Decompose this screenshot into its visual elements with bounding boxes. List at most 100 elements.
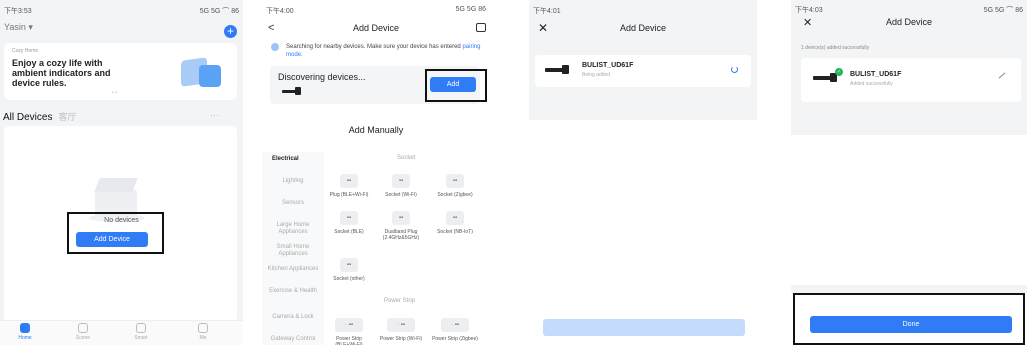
- device-power-strip-zigbee[interactable]: · ▪▪ Power Strip (Zigbee): [432, 318, 478, 342]
- cubes-illustration-icon: [181, 55, 223, 91]
- status-indicators: 5G 5G ⌒ 86: [983, 7, 1023, 14]
- chevron-down-icon: ▾: [28, 22, 33, 32]
- scan-icon[interactable]: [476, 23, 486, 32]
- add-manually-heading: Add Manually: [348, 125, 404, 135]
- device-socket-wifi[interactable]: ▪▪ Socket (Wi-Fi): [378, 174, 424, 198]
- status-time: 下午3:53: [4, 8, 32, 15]
- category-sensors[interactable]: Sensors: [262, 200, 324, 207]
- tab-all-devices[interactable]: All Devices: [3, 112, 52, 123]
- plug-icon: [282, 90, 296, 93]
- me-icon: [198, 323, 208, 333]
- bottom-tab-bar: Home Scene Smart Me: [0, 320, 243, 345]
- device-socket-zigbee[interactable]: ▪▪ Socket (Zigbee): [432, 174, 478, 198]
- status-indicators: 5G 5G ⌒ 86: [199, 8, 239, 15]
- power-strip-icon: · ▪▪: [387, 318, 415, 332]
- status-bar: 下午3:53 5G 5G ⌒ 86: [4, 6, 239, 16]
- more-icon[interactable]: ···: [210, 110, 219, 120]
- check-icon: ✓: [835, 68, 843, 76]
- page-title: Add Device: [885, 17, 933, 27]
- category-gateway-control[interactable]: Gateway Control: [262, 336, 324, 343]
- highlight-box: [67, 212, 164, 254]
- home-name: Yasin: [4, 22, 26, 32]
- status-bar: 下午4:03 5G 5G ⌒ 86: [795, 5, 1023, 15]
- status-time: 下午4:03: [795, 7, 823, 14]
- socket-icon: ▪▪: [340, 258, 358, 272]
- plug-head-icon: [562, 65, 569, 74]
- category-camera-lock[interactable]: Camera & Lock: [262, 314, 324, 321]
- device-socket-ble[interactable]: ▪▪ Socket (BLE): [326, 211, 372, 235]
- plug-head-icon: [295, 87, 301, 95]
- socket-icon: ▪▪: [392, 211, 410, 225]
- device-label: Socket (NB-IoT): [437, 229, 473, 235]
- discovering-text: Discovering devices...: [278, 72, 366, 82]
- tab-me[interactable]: Me: [183, 323, 223, 341]
- device-label: Socket (Zigbee): [437, 192, 473, 198]
- tab-room[interactable]: 客厅: [58, 112, 76, 122]
- highlight-box: [425, 69, 487, 102]
- bluetooth-icon: [271, 43, 279, 51]
- tab-smart[interactable]: Smart: [121, 323, 161, 341]
- adding-device-panel: 下午4:01 ✕ Add Device BULIST_UD61F Being a…: [529, 0, 757, 345]
- tab-home-label: Home: [18, 335, 32, 341]
- carousel-dots: • •: [112, 90, 117, 96]
- socket-icon: ▪▪: [340, 174, 358, 188]
- category-large-home-appliances[interactable]: Large Home Appliances: [262, 222, 324, 236]
- device-label: Dualband Plug (2.4GHz&5GHz): [382, 229, 420, 241]
- home-selector[interactable]: Yasin ▾: [4, 22, 33, 33]
- banner-text: Enjoy a cozy life with ambient indicator…: [12, 58, 111, 88]
- category-exercise-health[interactable]: Exercise & Health: [262, 288, 324, 295]
- content-area: [529, 120, 757, 345]
- device-name: BULIST_UD61F: [850, 71, 902, 78]
- add-plus-button[interactable]: +: [224, 25, 237, 38]
- tab-smart-label: Smart: [134, 335, 148, 341]
- status-time: 下午4:01: [533, 8, 561, 15]
- device-power-strip-wifi[interactable]: · ▪▪ Power Strip (Wi-Fi): [378, 318, 424, 342]
- tab-home[interactable]: Home: [5, 323, 45, 341]
- plug-icon: [813, 76, 831, 80]
- section-power-strip: Power Strip: [384, 298, 416, 304]
- category-small-home-appliances[interactable]: Small Home Appliances: [262, 244, 324, 258]
- socket-icon: ▪▪: [392, 174, 410, 188]
- plus-icon: +: [226, 24, 234, 38]
- plug-icon: [545, 68, 563, 72]
- info-text: Searching for nearby devices. Make sure …: [286, 44, 461, 50]
- ambient-banner[interactable]: Cozy Home Enjoy a cozy life with ambient…: [4, 43, 237, 100]
- tab-me-label: Me: [199, 335, 207, 341]
- disabled-button[interactable]: [543, 319, 745, 336]
- status-indicators: 5G 5G 86: [455, 6, 486, 13]
- device-label: Power Strip (Wi-Fi): [379, 336, 423, 342]
- device-status: Added successfully: [850, 81, 893, 87]
- device-label: Power Strip (Zigbee): [432, 336, 478, 342]
- socket-icon: ▪▪: [446, 211, 464, 225]
- device-label: Plug (BLE+Wi-Fi): [329, 192, 369, 198]
- device-socket-other[interactable]: ▪▪ Socket (other): [326, 258, 372, 282]
- home-icon: [20, 323, 30, 333]
- smart-icon: [136, 323, 146, 333]
- loading-spinner-icon: [731, 66, 738, 73]
- content-area: [791, 135, 1027, 285]
- added-message: 1 device(s) added successfully: [801, 45, 870, 51]
- page-title: Add Device: [619, 23, 667, 33]
- home-screen-panel: 下午3:53 5G 5G ⌒ 86 Yasin ▾ + Cozy Home En…: [0, 0, 243, 345]
- device-tabs: All Devices 客厅: [3, 110, 76, 123]
- search-info-text: Searching for nearby devices. Make sure …: [286, 43, 486, 59]
- category-electrical[interactable]: Electrical: [272, 156, 334, 163]
- device-plug-ble-wifi[interactable]: ▪▪ Plug (BLE+Wi-Fi): [326, 174, 372, 198]
- device-label: Power Strip (BLE+Wi-Fi): [335, 336, 363, 345]
- device-label: Socket (BLE): [334, 229, 364, 235]
- category-lighting[interactable]: Lighting: [262, 178, 324, 185]
- category-kitchen-appliances[interactable]: Kitchen Appliances: [262, 266, 324, 273]
- tab-scene[interactable]: Scene: [63, 323, 103, 341]
- tab-scene-label: Scene: [75, 335, 91, 341]
- device-power-strip-ble-wifi[interactable]: · ▪▪ Power Strip (BLE+Wi-Fi): [326, 318, 372, 345]
- scene-icon: [78, 323, 88, 333]
- device-label: Socket (other): [333, 276, 365, 282]
- device-label: Socket (Wi-Fi): [385, 192, 417, 198]
- device-socket-nb-iot[interactable]: ▪▪ Socket (NB-IoT): [432, 211, 478, 235]
- device-name: BULIST_UD61F: [582, 62, 634, 69]
- device-dualband-plug[interactable]: ▪▪ Dualband Plug (2.4GHz&5GHz): [378, 211, 424, 241]
- power-strip-icon: · ▪▪: [335, 318, 363, 332]
- page-title: Add Device: [352, 23, 400, 33]
- socket-icon: ▪▪: [446, 174, 464, 188]
- power-strip-icon: · ▪▪: [441, 318, 469, 332]
